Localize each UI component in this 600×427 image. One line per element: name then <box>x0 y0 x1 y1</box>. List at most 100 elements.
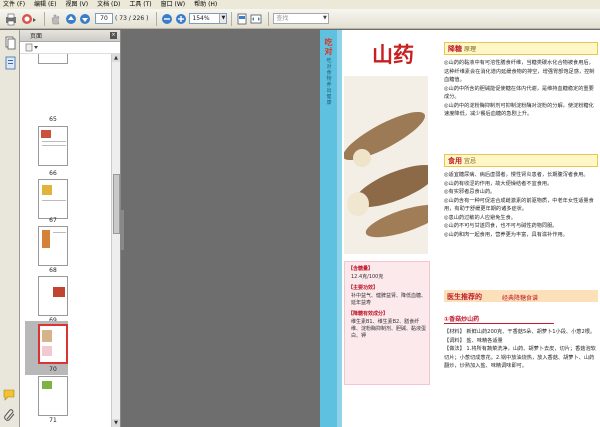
paragraph-usage: ◎适宜糖尿病、病后虚弱者，慢性肾炎患者，长期腹泻者食用。 ◎山药有收涩的作用，故… <box>444 171 598 239</box>
paragraph-line: ◎山药和肉一起食用，营养更为丰富，具有滋补作用。 <box>444 231 568 238</box>
menu-document[interactable]: 文档 (D) <box>97 0 120 9</box>
info-value-ingredients: 维生素B1、维生素B2、膳食纤维、淀粉酶抑制剂、胆碱、黏液蛋白、钾 <box>351 319 427 339</box>
thumbnail-scrollbar[interactable]: ▲ ▼ <box>111 54 120 427</box>
next-page-button[interactable] <box>79 12 91 26</box>
options-icon[interactable] <box>25 43 41 52</box>
fit-width-button[interactable] <box>250 12 262 26</box>
thumbnail-page-selected[interactable] <box>38 324 68 364</box>
zoom-out-button[interactable] <box>161 12 173 26</box>
recipe-method: 【做法】 1.将所有蔬菜洗净，山药、胡萝卜去皮，切片；香菇泡软切片；小葱切成葱花… <box>444 346 596 369</box>
nutrition-info-box: 【含糖量】 12.4克/100克 【主要功效】 补中益气、健脾益肾、降低血糖、延… <box>344 261 430 385</box>
fit-page-button[interactable] <box>236 12 248 26</box>
thumbnail-page[interactable] <box>38 126 68 166</box>
info-label-ingredients: 【降糖有效成分】 <box>348 311 389 317</box>
paperclip-icon <box>4 409 15 421</box>
scrollbar-thumb[interactable] <box>113 174 120 234</box>
pages-icon <box>5 36 16 50</box>
zoom-select[interactable]: 154% ▼ <box>189 13 228 24</box>
section-heading-sub: 原理 <box>464 46 477 53</box>
thumbnail-label: 70 <box>49 366 57 373</box>
menu-window[interactable]: 窗口 (W) <box>161 0 186 9</box>
hand-tool-button[interactable] <box>49 12 63 26</box>
fit-page-icon <box>238 13 247 24</box>
paragraph-line: ◎山药含有一种可促进合成雌激素的前驱物质，中老年女性适量食用，有助于舒缓更年期的… <box>444 197 594 213</box>
thumbnail-page[interactable] <box>38 226 68 266</box>
scroll-down-icon[interactable]: ▼ <box>112 419 120 427</box>
recipe-title: ①香菇炒山药 <box>444 316 480 323</box>
hand-icon <box>51 14 60 24</box>
toolbar-separator <box>156 11 158 26</box>
menu-tools[interactable]: 工具 (T) <box>129 0 151 9</box>
chevron-down-icon[interactable]: ▼ <box>219 14 227 23</box>
recipe-seasoning: 【调料】 盐、味精各适量 <box>444 337 503 344</box>
section-heading-sub: 宜忌 <box>464 158 477 165</box>
menu-bar: 文件 (F) 编辑 (E) 视图 (V) 文档 (D) 工具 (T) 窗口 (W… <box>0 0 600 9</box>
thumbnail-page[interactable] <box>38 276 68 316</box>
splitter-handle[interactable] <box>121 210 124 250</box>
info-label-sugar: 【含糖量】 <box>348 266 374 272</box>
paragraph-line: ◎山药不可与甘遂同食，也不可与碱性药物同服。 <box>444 223 558 229</box>
toolbar-separator <box>231 11 233 26</box>
page-total-label: ( 73 / 226 ) <box>115 14 149 22</box>
search-input[interactable]: 查找 ▼ <box>273 13 330 24</box>
paragraph-line: ◎山药中所含的胆碱能促使糖在体内代谢，是维持血糖稳定的重要成分。 <box>444 85 594 101</box>
document-background <box>121 30 320 427</box>
attachment-button[interactable] <box>3 408 17 422</box>
paragraph-line: ◎山药的黏液中有可溶性膳食纤维，当糖类碳水化合物被食用后，这种纤维素会在消化道内… <box>444 60 595 83</box>
prev-page-button[interactable] <box>65 12 77 26</box>
info-value-sugar: 12.4克/100克 <box>351 274 384 280</box>
comment-icon <box>3 389 15 401</box>
panel-header: 页面 × <box>20 30 120 42</box>
page-blue-rule <box>337 30 342 427</box>
pages-panel-button[interactable] <box>3 36 17 50</box>
printer-icon <box>6 13 16 25</box>
recipe-ingredients: 【材料】 新鲜山药200克、干香菇5朵、胡萝卜1小段、小葱2根。 <box>444 329 596 335</box>
panel-options <box>20 42 120 54</box>
zoom-out-icon <box>162 13 173 24</box>
menu-view[interactable]: 视图 (V) <box>65 0 88 9</box>
arrow-down-icon <box>80 13 90 24</box>
thumbnail-label: 68 <box>49 267 57 274</box>
toolbar: 70 ( 73 / 226 ) 154% ▼ 查找 ▼ <box>0 9 600 29</box>
scroll-up-icon[interactable]: ▲ <box>112 54 120 62</box>
info-value-effect: 补中益气、健脾益肾、降低血糖、延年益寿 <box>351 293 427 306</box>
section-heading: 降糖 原理 <box>444 42 598 55</box>
recommend-sub: 经典降糖食谱 <box>502 295 539 302</box>
menu-edit[interactable]: 编辑 (E) <box>34 0 56 9</box>
toolbar-separator <box>44 11 45 26</box>
menu-help[interactable]: 帮助 (H) <box>194 0 217 9</box>
comments-panel-button[interactable] <box>3 388 17 402</box>
zoom-in-button[interactable] <box>175 12 187 26</box>
recipe-underline <box>444 323 554 324</box>
section-heading-keyword: 食用 <box>448 156 462 165</box>
print-button[interactable] <box>4 12 18 26</box>
section-heading: 食用 宜忌 <box>444 154 598 167</box>
thumbnail-list: 65 66 67 68 69 <box>20 54 111 427</box>
thumbnail-page[interactable] <box>38 54 68 64</box>
thumbnail-page[interactable] <box>38 179 68 219</box>
share-button[interactable] <box>20 12 38 26</box>
chevron-down-icon[interactable]: ▼ <box>321 14 328 23</box>
thumbnail-label: 66 <box>49 170 57 177</box>
pdf-reader-window: 文件 (F) 编辑 (E) 视图 (V) 文档 (D) 工具 (T) 窗口 (W… <box>0 0 600 427</box>
yam-image <box>344 76 428 254</box>
page-side-subtitle: 吃对食物养出健康 <box>326 58 332 106</box>
recipe-body: 【材料】 新鲜山药200克、干香菇5朵、胡萝卜1小段、小葱2根。 【调料】 盐、… <box>444 328 598 371</box>
page-title: 山药 <box>372 42 414 67</box>
share-icon <box>22 13 36 24</box>
page-number-input[interactable]: 70 <box>95 13 113 24</box>
recommend-label: 医生推荐的 <box>447 293 482 301</box>
thumbnail-label: 71 <box>49 417 57 424</box>
attachments-panel-button[interactable] <box>3 56 17 70</box>
close-icon[interactable]: × <box>110 32 117 39</box>
arrow-up-icon <box>66 13 76 24</box>
info-label-effect: 【主要功效】 <box>348 285 379 291</box>
thumbnail-page[interactable] <box>38 376 68 416</box>
paragraph-line: ◎有实邪者忌食山药。 <box>444 189 496 195</box>
paragraph-line: ◎适宜糖尿病、病后虚弱者，慢性肾炎患者，长期腹泻者食用。 <box>444 172 589 178</box>
paragraph-line: ◎山药中的淀粉酶抑制剂可抑制淀粉酶对淀粉的分解，使淀粉糖化速度降低，减少餐后血糖… <box>444 102 594 118</box>
paragraph-principle: ◎山药的黏液中有可溶性膳食纤维，当糖类碳水化合物被食用后，这种纤维素会在消化道内… <box>444 59 598 119</box>
menu-file[interactable]: 文件 (F) <box>3 0 25 9</box>
section-heading-keyword: 降糖 <box>448 44 462 53</box>
panel-title: 页面 <box>30 33 43 40</box>
